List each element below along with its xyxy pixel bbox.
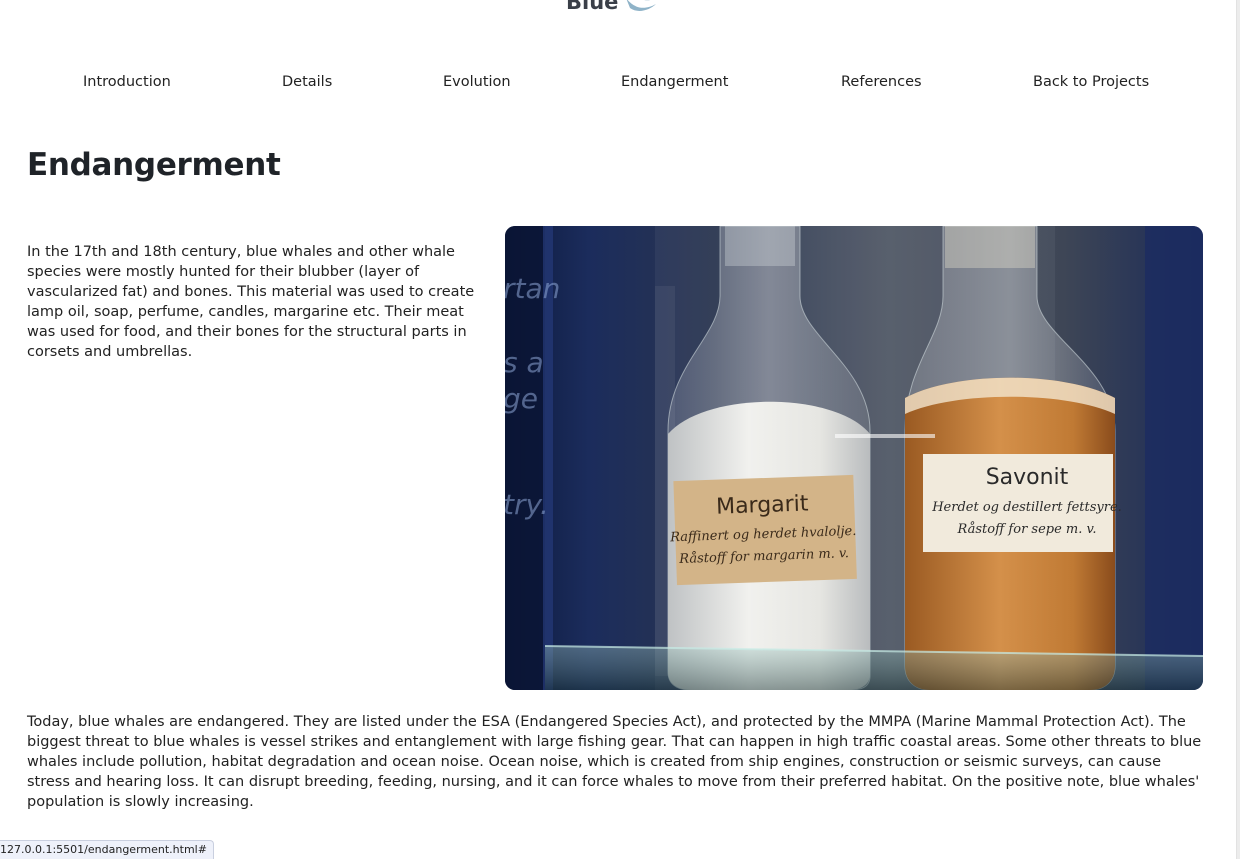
savonit-label-line2: Råstoff for sepe m. v. — [957, 521, 1097, 537]
savonit-label-line1: Herdet og destillert fettsyre. — [931, 500, 1122, 515]
site-logo[interactable]: Blue — [566, 0, 660, 14]
margarit-label-title: Margarit — [716, 491, 810, 519]
bg-sign-text-2: s a — [505, 346, 544, 379]
museum-jars-photo: rtan s a ge try. Margarit Raffinert og h… — [505, 226, 1203, 690]
savonit-label-title: Savonit — [986, 465, 1069, 490]
nav-evolution[interactable]: Evolution — [443, 72, 511, 92]
whale-tail-icon — [627, 0, 657, 11]
nav-back-to-projects[interactable]: Back to Projects — [1033, 72, 1149, 92]
bg-sign-text-1: rtan — [505, 272, 560, 305]
intro-paragraph: In the 17th and 18th century, blue whale… — [27, 244, 475, 360]
bg-sign-text-3: ge — [505, 382, 538, 415]
page-scrollbar[interactable] — [1236, 0, 1240, 859]
logo-text: Blue — [566, 0, 619, 14]
nav-details[interactable]: Details — [282, 72, 332, 92]
nav-endangerment[interactable]: Endangerment — [621, 72, 728, 92]
link-status-bar: 127.0.0.1:5501/endangerment.html# — [0, 840, 214, 859]
threats-paragraph: Today, blue whales are endangered. They … — [27, 714, 1202, 810]
bg-sign-text-4: try. — [505, 488, 549, 521]
page-title: Endangerment — [27, 147, 281, 183]
nav-references[interactable]: References — [841, 72, 922, 92]
main-nav: Introduction Details Evolution Endangerm… — [0, 72, 1236, 94]
nav-introduction[interactable]: Introduction — [83, 72, 171, 92]
